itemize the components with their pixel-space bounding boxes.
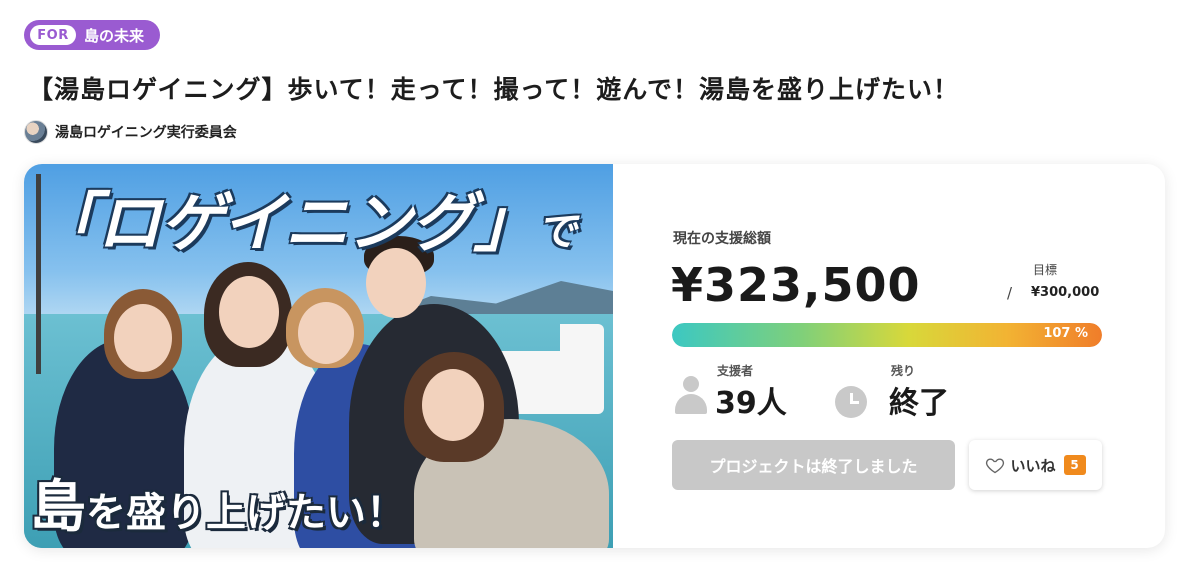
hero-headline-bottom-rest: を盛り上げたい！ bbox=[86, 490, 406, 536]
tag-prefix: FOR bbox=[30, 25, 76, 45]
hero-headline-bottom-main: 島 bbox=[30, 475, 86, 540]
goal-separator: / bbox=[1007, 284, 1013, 302]
amount-value: ¥323,500 bbox=[671, 258, 921, 312]
hero-face-3 bbox=[298, 302, 354, 364]
hero-headline-top-suffix: で bbox=[536, 209, 577, 255]
remaining-label: 残り bbox=[891, 364, 916, 378]
project-owner[interactable]: 湯島ロゲイニング実行委員会 bbox=[24, 120, 237, 144]
hero-headline-bottom: 島を盛り上げたい！ bbox=[30, 462, 406, 543]
owner-avatar[interactable] bbox=[24, 120, 48, 144]
project-card: 「ロゲイニング」で 島を盛り上げたい！ 現在の支援総額 ¥323,500 目標 … bbox=[24, 164, 1165, 548]
heart-icon bbox=[986, 458, 1005, 474]
remaining-value: 終了 bbox=[889, 386, 949, 421]
hero-face-5 bbox=[422, 369, 484, 441]
hero-face-2 bbox=[219, 276, 279, 348]
supporters-value: 39人 bbox=[715, 386, 787, 421]
progress-fill bbox=[672, 323, 1102, 347]
hero-headline-top-main: 「ロゲイニング」 bbox=[34, 187, 538, 261]
hero-headline-top: 「ロゲイニング」で bbox=[34, 172, 577, 264]
supporters-label: 支援者 bbox=[717, 364, 754, 378]
like-label: いいね bbox=[1010, 456, 1056, 475]
project-title: 【湯島ロゲイニング】歩いて！走って！撮って！遊んで！湯島を盛り上げたい！ bbox=[28, 75, 960, 104]
category-tag[interactable]: FOR 島の未来 bbox=[24, 20, 160, 50]
tag-label: 島の未来 bbox=[84, 26, 145, 45]
owner-name[interactable]: 湯島ロゲイニング実行委員会 bbox=[55, 122, 237, 142]
user-icon-head bbox=[683, 376, 699, 392]
funding-progress-bar: 107 % bbox=[672, 323, 1102, 347]
clock-icon bbox=[835, 386, 867, 418]
amount-label: 現在の支援総額 bbox=[673, 231, 771, 247]
like-count-badge: 5 bbox=[1063, 455, 1086, 475]
funding-panel: 現在の支援総額 ¥323,500 目標 / ¥300,000 107 % 支援者… bbox=[613, 164, 1165, 548]
user-icon-body bbox=[675, 394, 707, 414]
hero-face-1 bbox=[114, 304, 172, 372]
user-icon bbox=[675, 376, 707, 416]
goal-label: 目標 bbox=[1033, 263, 1058, 277]
progress-percent: 107 % bbox=[1043, 326, 1088, 341]
project-ended-button[interactable]: プロジェクトは終了しました bbox=[672, 440, 955, 490]
project-hero-image: 「ロゲイニング」で 島を盛り上げたい！ bbox=[24, 164, 613, 548]
like-button[interactable]: いいね 5 bbox=[969, 440, 1102, 490]
goal-value: ¥300,000 bbox=[1031, 285, 1100, 300]
